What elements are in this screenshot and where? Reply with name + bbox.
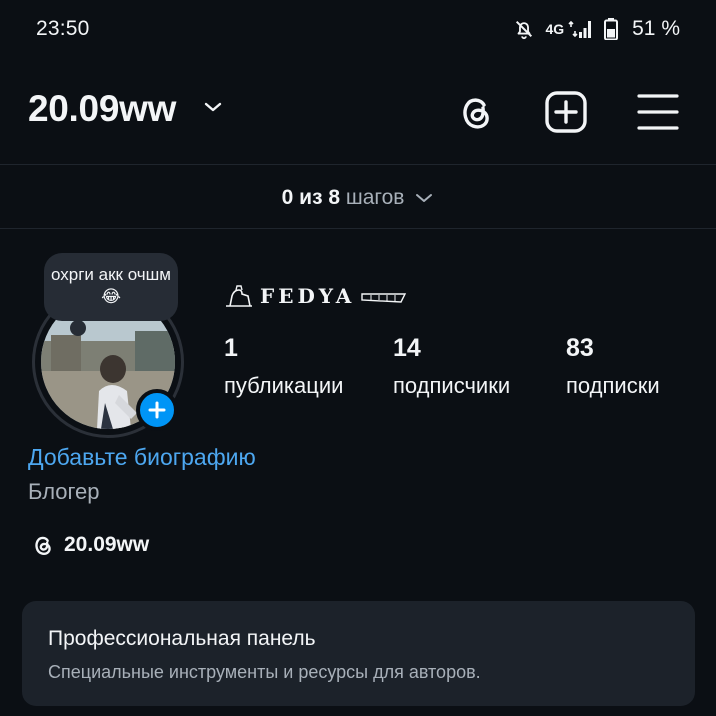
threads-handle: 20.09ww [64, 533, 150, 556]
bell-off-icon [516, 20, 533, 40]
add-story-button[interactable] [136, 389, 178, 431]
battery-percent: 51 % [632, 17, 680, 40]
steps-count: 0 из 8 [281, 186, 341, 209]
threads-icon [35, 536, 51, 555]
steps-word: шагов [345, 186, 405, 209]
plus-icon [148, 401, 166, 419]
signal-icon [568, 20, 592, 38]
battery-icon [604, 18, 619, 40]
menu-icon[interactable] [636, 90, 680, 134]
stat-label: подписки [566, 373, 660, 398]
add-bio-link[interactable]: Добавьте биографию [28, 444, 256, 471]
username-switcher[interactable]: 20.09ww [28, 88, 176, 130]
stat-followers[interactable]: 14 подписчики [393, 332, 510, 402]
sphinx-glyph-icon [226, 285, 252, 307]
note-tail [70, 320, 86, 336]
display-name-text: FEDYA [260, 284, 356, 308]
stat-label: публикации [224, 373, 344, 398]
profile-header: 20.09ww [0, 80, 716, 144]
stat-value: 14 [393, 334, 421, 362]
stat-following[interactable]: 83 подписки [566, 332, 660, 402]
stat-value: 83 [566, 334, 594, 362]
display-name: FEDYA [224, 282, 407, 310]
stat-posts[interactable]: 1 публикации [224, 332, 343, 402]
status-bar: 23:50 4G 51 % [0, 0, 716, 60]
onboarding-steps[interactable]: 0 из 8 шагов [0, 170, 716, 226]
stat-value: 1 [224, 334, 238, 362]
threads-profile-link[interactable]: 20.09ww [30, 532, 149, 558]
threads-icon[interactable] [454, 90, 498, 134]
status-icons: 4G 51 % [513, 17, 680, 41]
divider [0, 228, 716, 229]
add-square-icon[interactable] [544, 90, 588, 134]
pro-panel-subtitle: Специальные инструменты и ресурсы для ав… [48, 662, 481, 682]
wing-glyph-icon [361, 293, 407, 303]
chevron-down-icon[interactable] [203, 100, 223, 114]
profile-category: Блогер [28, 479, 100, 504]
pro-panel-title: Профессиональная панель [48, 627, 316, 650]
professional-dashboard-card[interactable]: Профессиональная панель Специальные инст… [22, 601, 695, 706]
status-time: 23:50 [36, 17, 90, 40]
network-label: 4G [545, 21, 565, 37]
profile-note[interactable]: охрги акк очшм 😂 [44, 253, 178, 321]
divider [0, 164, 716, 165]
stat-label: подписчики [393, 373, 511, 398]
chevron-down-icon [416, 194, 433, 203]
